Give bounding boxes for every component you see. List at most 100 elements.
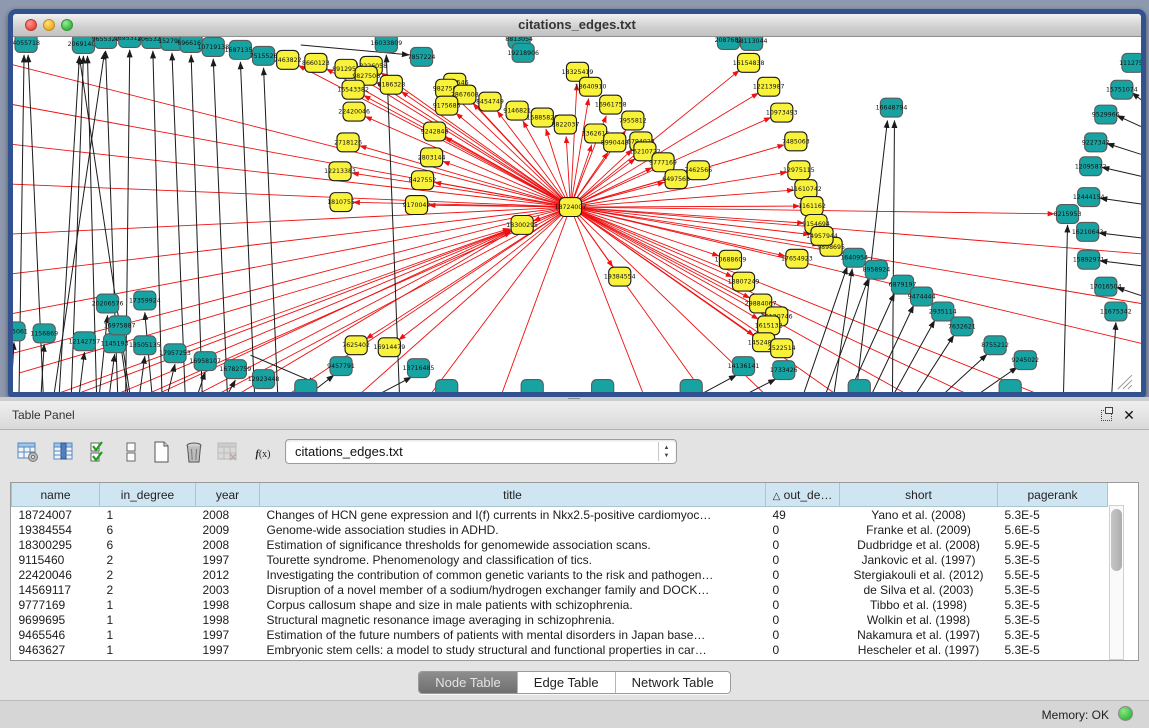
table-row[interactable]: 2242004622012Investigating the contribut…	[12, 567, 1108, 582]
table-row[interactable]: 1872400712008Changes of HCN gene express…	[12, 507, 1108, 523]
graph-node[interactable]: 20206576	[92, 294, 124, 313]
graph-node[interactable]: 14957944	[806, 226, 838, 245]
column-header-pagerank[interactable]: pagerank	[998, 483, 1108, 507]
graph-node[interactable]: 7462566	[684, 161, 712, 180]
graph-node[interactable]: 16914479	[373, 338, 405, 357]
graph-node[interactable]: 16782759	[220, 360, 252, 379]
tab-node-table[interactable]: Node Table	[419, 672, 518, 693]
graph-node[interactable]: 18724007	[555, 198, 587, 217]
graph-node[interactable]: 12923448	[248, 370, 280, 389]
graph-node[interactable]: 1810755	[327, 193, 355, 212]
table-selector-dropdown[interactable]: citations_edges.txt ▲▼	[285, 439, 677, 464]
graph-node[interactable]: 4055718	[13, 37, 40, 52]
graph-node[interactable]: 16210643	[1072, 222, 1104, 241]
graph-node[interactable]: 16975887	[104, 316, 136, 335]
graph-node[interactable]	[592, 380, 614, 392]
graph-node[interactable]: 15892971	[1073, 250, 1105, 269]
graph-node[interactable]	[521, 380, 543, 392]
graph-node[interactable]: 1435061	[13, 322, 28, 341]
graph-node[interactable]: 12142757	[69, 332, 101, 351]
graph-node[interactable]: 8427552	[409, 171, 437, 190]
graph-node[interactable]: 12444154	[1073, 188, 1105, 207]
column-header-name[interactable]: name	[12, 483, 100, 507]
network-canvas[interactable]: 7463822 8660123 8912955 18226058 9827506…	[13, 37, 1141, 392]
table-row[interactable]: 946554611997Estimation of the future num…	[12, 627, 1108, 642]
graph-node[interactable]: 12095872	[1075, 157, 1107, 176]
function-builder-button[interactable]: f(x)	[248, 438, 278, 468]
graph-node[interactable]: 9777169	[649, 153, 677, 172]
graph-node[interactable]: 10688609	[715, 250, 747, 269]
delete-rows-button[interactable]	[180, 438, 208, 468]
table-row[interactable]: 1830029562008Estimation of significance …	[12, 537, 1108, 552]
graph-node[interactable]: 17016504	[1090, 277, 1122, 296]
graph-node[interactable]: 8990448	[601, 133, 629, 152]
graph-node[interactable]: 1733426	[770, 361, 798, 380]
graph-node[interactable]: 19384554	[604, 267, 636, 286]
graph-node[interactable]: 9175685	[433, 96, 461, 115]
graph-node[interactable]: 18300295	[506, 215, 538, 234]
graph-node[interactable]: 13716485	[403, 359, 435, 378]
graph-node[interactable]	[999, 380, 1021, 392]
graph-node[interactable]: 16154838	[733, 53, 765, 72]
graph-node[interactable]: 1156869	[30, 324, 58, 343]
graph-node[interactable]: 9529966	[1092, 105, 1120, 124]
close-panel-icon[interactable]: ✕	[1121, 407, 1137, 423]
column-header-title[interactable]: title	[260, 483, 766, 507]
graph-node[interactable]: 12975115	[783, 161, 815, 180]
scrollbar-thumb[interactable]	[1111, 509, 1122, 571]
graph-node[interactable]: 18640910	[575, 77, 607, 96]
deselect-all-button[interactable]	[118, 438, 146, 468]
graph-node[interactable]: 7857224	[408, 47, 436, 66]
table-row[interactable]: 969969511998Structural magnetic resonanc…	[12, 612, 1108, 627]
graph-node[interactable]: 1161162	[798, 197, 826, 216]
graph-node[interactable]: 17359924	[129, 291, 161, 310]
graph-node[interactable]: 15751074	[1106, 80, 1138, 99]
graph-node[interactable]: 22420046	[338, 102, 370, 121]
float-panel-icon[interactable]	[1099, 407, 1115, 423]
table-scrollbar[interactable]	[1109, 505, 1124, 660]
memory-ok-indicator[interactable]	[1118, 706, 1133, 721]
column-header-in_degree[interactable]: in_degree	[100, 483, 196, 507]
graph-node[interactable]: 8755212	[981, 336, 1009, 355]
graph-node[interactable]: 9242848	[421, 122, 449, 141]
table-settings-button[interactable]	[14, 438, 42, 468]
graph-node[interactable]: 17654923	[781, 249, 813, 268]
tab-network-table[interactable]: Network Table	[616, 672, 730, 693]
graph-node[interactable]: 8454749	[476, 92, 504, 111]
graph-node[interactable]: 8660123	[302, 53, 330, 72]
graph-node[interactable]: 7625402	[342, 336, 370, 355]
graph-node[interactable]: 12213987	[753, 77, 785, 96]
network-graph[interactable]: 7463822 8660123 8912955 18226058 9827506…	[13, 37, 1141, 392]
graph-node[interactable]: 7463822	[274, 50, 302, 69]
graph-node[interactable]	[295, 380, 317, 392]
table-row[interactable]: 1456911722003Disruption of a novel membe…	[12, 582, 1108, 597]
graph-node[interactable]: 17957253	[159, 344, 191, 363]
graph-node[interactable]: 16648794	[876, 98, 908, 117]
graph-node[interactable]: 16033809	[370, 37, 402, 52]
column-header-out_de[interactable]: △ out_de…	[766, 483, 840, 507]
graph-node[interactable]: 1145193	[101, 334, 129, 353]
graph-node[interactable]	[848, 380, 870, 392]
graph-node[interactable]: 8215953	[1054, 205, 1082, 224]
graph-node[interactable]: 16961758	[595, 95, 627, 114]
graph-node[interactable]: 9457791	[327, 357, 355, 376]
graph-node[interactable]: 9474444	[908, 287, 936, 306]
graph-node[interactable]: 8186328	[377, 75, 405, 94]
graph-node[interactable]: 13505135	[129, 336, 161, 355]
graph-node[interactable]: 9170042	[403, 196, 431, 215]
graph-node[interactable]: 2522514	[768, 339, 796, 358]
column-header-short[interactable]: short	[840, 483, 998, 507]
graph-node[interactable]: 19218906	[507, 43, 539, 62]
graph-node[interactable]: 12213383	[324, 162, 356, 181]
graph-node[interactable]: 16543382	[337, 80, 369, 99]
graph-node[interactable]: 7632621	[948, 317, 976, 336]
graph-node[interactable]: 1112753	[1119, 53, 1141, 72]
graph-node[interactable]	[680, 380, 702, 392]
graph-node[interactable]: 8822037	[552, 115, 580, 134]
column-chooser-button[interactable]	[50, 438, 78, 468]
graph-node[interactable]: 1615132	[755, 316, 783, 335]
graph-node[interactable]: 7515526	[250, 46, 278, 65]
graph-node[interactable]: 11610742	[790, 180, 822, 199]
graph-node[interactable]: 1640954	[840, 248, 868, 267]
graph-node[interactable]: 18807249	[728, 272, 760, 291]
